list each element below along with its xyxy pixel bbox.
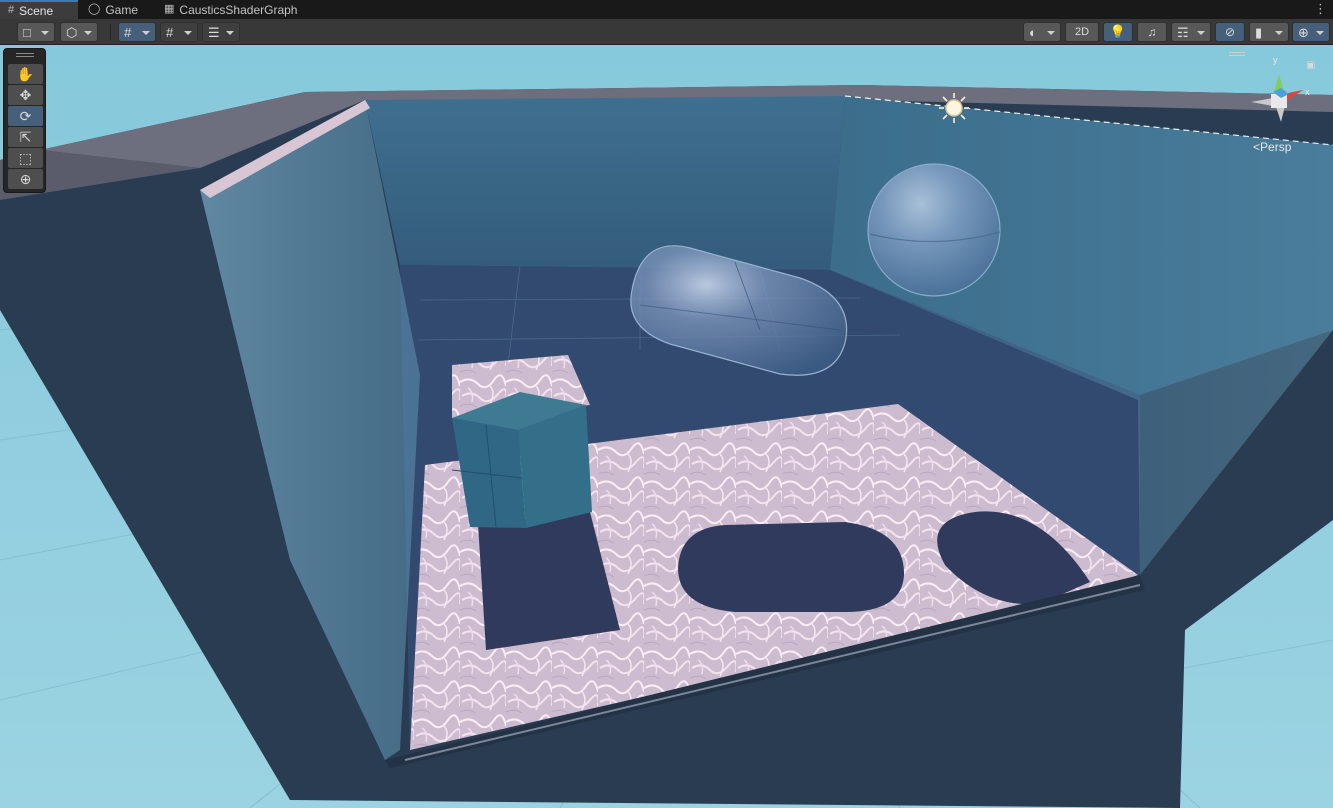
tab-scene[interactable]: # Scene: [0, 0, 78, 19]
draw-mode-icon: □: [23, 25, 31, 40]
grid-snap-toggle[interactable]: #: [118, 22, 156, 42]
chevron-left-icon: <: [1253, 140, 1261, 154]
shading-sphere-icon: ◐: [1029, 25, 1037, 40]
effects-dropdown[interactable]: ☶: [1171, 22, 1211, 42]
rotate-tool-button[interactable]: ⟳: [8, 106, 43, 126]
hand-tool-button[interactable]: ✋: [8, 64, 43, 84]
shading-mode-dropdown[interactable]: ◐: [1023, 22, 1061, 42]
toolbar-separator: [110, 24, 111, 40]
increment-snap-icon: #: [166, 25, 174, 40]
toggle-2d-label: 2D: [1074, 26, 1090, 38]
directional-light-icon[interactable]: [939, 93, 969, 123]
tab-game[interactable]: ◯ Game: [80, 0, 152, 19]
tab-scene-label: Scene: [19, 3, 54, 18]
gizmos-icon: ⊕: [1298, 25, 1309, 40]
projection-label: Persp: [1260, 140, 1292, 154]
audio-icon: ♫: [1147, 25, 1157, 39]
scale-tool-button[interactable]: ⇱: [8, 127, 43, 147]
tab-game-label: Game: [105, 2, 138, 17]
projection-toggle[interactable]: <Persp: [1253, 140, 1291, 154]
scene-toolbar: □ ⬡ # # ☰ ◐ 2D 💡 ♫ ☶ ⊘ ▮ ⊕: [0, 19, 1333, 45]
light-bulb-icon: 💡: [1109, 24, 1127, 39]
effects-icon: ☶: [1177, 25, 1189, 40]
transform-tool-button[interactable]: ⊕: [8, 169, 43, 189]
scene-render: [0, 45, 1333, 808]
toggle-2d-button[interactable]: 2D: [1065, 22, 1099, 42]
align-icon: ☰: [208, 25, 220, 40]
rect-tool-button[interactable]: ⬚: [8, 148, 43, 168]
cube-object: [451, 392, 592, 528]
transform-icon: ⊕: [19, 170, 32, 187]
increment-snap-dropdown[interactable]: #: [160, 22, 198, 42]
scale-icon: ⇱: [19, 128, 32, 145]
gizmo-y-label: y: [1273, 55, 1278, 65]
move-arrows-icon: ✥: [19, 86, 32, 103]
hash-icon: #: [8, 4, 15, 16]
tools-drag-handle[interactable]: [16, 53, 34, 57]
align-dropdown[interactable]: ☰: [202, 22, 240, 42]
scene-viewport[interactable]: ▣ y x <Persp: [0, 45, 1333, 808]
hidden-objects-icon: ⊘: [1224, 25, 1236, 39]
render-paths-dropdown[interactable]: ⬡: [60, 22, 98, 42]
grid-snap-icon: #: [124, 25, 132, 40]
gizmo-x-label: x: [1305, 87, 1310, 97]
tools-overlay: ✋ ✥ ⟳ ⇱ ⬚ ⊕: [3, 48, 46, 193]
move-tool-button[interactable]: ✥: [8, 85, 43, 105]
gizmos-dropdown[interactable]: ⊕: [1292, 22, 1330, 42]
shader-graph-icon: ▦: [164, 3, 175, 15]
tank-back-wall: [365, 96, 845, 270]
render-paths-icon: ⬡: [66, 25, 78, 40]
gizmo-drag-handle[interactable]: [1229, 52, 1245, 56]
capsule-shadow: [678, 522, 905, 612]
hidden-objects-toggle[interactable]: ⊘: [1215, 22, 1245, 42]
view-tab-strip: # Scene ◯ Game ▦ CausticsShaderGraph ⋮: [0, 0, 1333, 19]
rotate-icon: ⟳: [19, 107, 32, 124]
rect-transform-icon: ⬚: [18, 149, 33, 166]
camera-icon: ▮: [1255, 25, 1263, 40]
audio-toggle[interactable]: ♫: [1137, 22, 1167, 42]
hand-icon: ✋: [16, 65, 35, 82]
draw-mode-dropdown[interactable]: □: [17, 22, 55, 42]
more-options-icon[interactable]: ⋮: [1314, 1, 1327, 17]
camera-settings-dropdown[interactable]: ▮: [1249, 22, 1289, 42]
tab-caustics-shader-graph-label: CausticsShaderGraph: [179, 2, 298, 17]
gizmo-lock-icon[interactable]: ▣: [1306, 60, 1315, 71]
tab-caustics-shader-graph[interactable]: ▦ CausticsShaderGraph: [156, 0, 316, 19]
lighting-toggle[interactable]: 💡: [1103, 22, 1133, 42]
gamepad-icon: ◯: [88, 3, 101, 15]
